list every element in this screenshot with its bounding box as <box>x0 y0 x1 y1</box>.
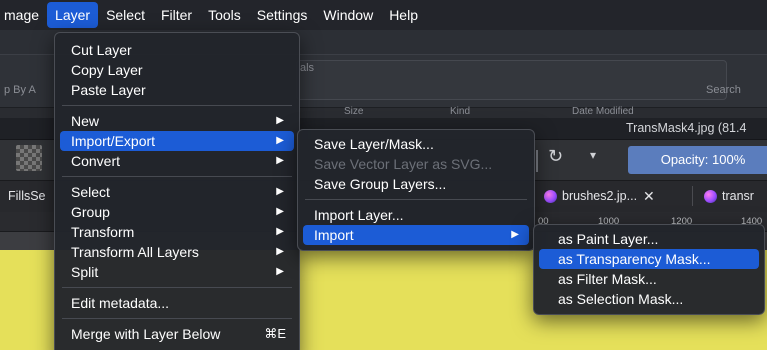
menu-item-as-paint-layer[interactable]: as Paint Layer... <box>539 229 759 249</box>
menu-item-as-selection-mask[interactable]: as Selection Mask... <box>539 289 759 309</box>
menu-item-label: Transform All Layers <box>71 244 199 260</box>
menu-separator <box>62 287 292 288</box>
keyboard-shortcut: ⌘E <box>264 326 286 341</box>
menu-item-cut-layer[interactable]: Cut Layer <box>60 40 294 60</box>
menu-separator <box>62 176 292 177</box>
menu-separator <box>62 105 292 106</box>
menu-item-group[interactable]: Group ▶ <box>60 202 294 222</box>
menu-item-save-vector-layer-svg: Save Vector Layer as SVG... <box>314 156 493 172</box>
submenu-arrow-icon: ▶ <box>276 155 284 166</box>
menu-separator <box>62 318 292 319</box>
tab-brushes2[interactable]: brushes2.jp... ✕ <box>544 184 655 208</box>
tab-brushes2-label: brushes2.jp... <box>562 189 638 203</box>
reload-icon[interactable]: ↻ <box>548 146 563 167</box>
tab-transmask-label: transr <box>722 189 754 203</box>
submenu-arrow-icon: ▶ <box>276 226 284 237</box>
import-submenu: as Paint Layer... as Transparency Mask..… <box>533 224 765 315</box>
close-icon[interactable]: ✕ <box>643 188 655 205</box>
submenu-arrow-icon: ▶ <box>276 135 284 146</box>
menu-item-transform-all-layers[interactable]: Transform All Layers ▶ <box>60 242 294 262</box>
menu-item-label: Merge with Layer Below <box>71 326 221 342</box>
menu-item-split[interactable]: Split ▶ <box>60 262 294 282</box>
menu-item-as-filter-mask[interactable]: as Filter Mask... <box>539 269 759 289</box>
search-label[interactable]: Search <box>706 84 741 96</box>
import-export-submenu: Save Layer/Mask... Save Vector Layer as … <box>297 129 535 251</box>
menu-item-label: Group <box>71 204 110 220</box>
menu-layer[interactable]: Layer <box>47 2 99 28</box>
column-size[interactable]: Size <box>344 106 363 117</box>
toolbar-divider <box>536 150 538 172</box>
menu-help[interactable]: Help <box>381 2 426 28</box>
sort-label: p By A <box>4 84 36 96</box>
menubar: mage Layer Select Filter Tools Settings … <box>0 0 767 30</box>
menu-item-label: Convert <box>71 153 121 169</box>
panel-label: als <box>300 62 315 74</box>
menu-item-label: Select <box>71 184 110 200</box>
menu-window[interactable]: Window <box>315 2 381 28</box>
menu-item-paste-layer[interactable]: Paste Layer <box>60 80 294 100</box>
menu-item-import[interactable]: Import ▶ <box>303 225 529 245</box>
opacity-slider[interactable]: Opacity: 100% <box>628 146 767 174</box>
menu-item-label: Split <box>71 264 99 280</box>
menu-item-merge-with-layer-below[interactable]: Merge with Layer Below ⌘E <box>60 324 294 344</box>
column-date-modified[interactable]: Date Modified <box>572 106 634 117</box>
tab-transmask[interactable]: transr <box>704 184 754 208</box>
menu-select[interactable]: Select <box>98 2 153 28</box>
menu-image[interactable]: mage <box>0 2 47 28</box>
menu-item-label: Transform <box>71 224 135 240</box>
menu-item-copy-layer[interactable]: Copy Layer <box>60 60 294 80</box>
menu-item-import-layer[interactable]: Import Layer... <box>303 205 529 225</box>
menu-item-import-export[interactable]: Import/Export ▶ <box>60 131 294 151</box>
menu-item-convert[interactable]: Convert ▶ <box>60 151 294 171</box>
tab-fills-label: FillsSe <box>8 189 46 203</box>
menu-item-label: New <box>71 113 100 129</box>
menu-item-save-layer-mask[interactable]: Save Layer/Mask... <box>303 134 529 154</box>
krita-file-icon <box>544 189 557 203</box>
tab-fills[interactable]: FillsSe <box>8 184 46 208</box>
menu-item-new[interactable]: New ▶ <box>60 111 294 131</box>
submenu-arrow-icon: ▶ <box>276 115 284 126</box>
submenu-arrow-icon: ▶ <box>276 206 284 217</box>
pattern-swatch[interactable] <box>16 145 42 171</box>
menu-item-save-group-layers[interactable]: Save Group Layers... <box>303 174 529 194</box>
menu-settings[interactable]: Settings <box>249 2 316 28</box>
layer-menu: Cut Layer Copy Layer Paste Layer New ▶ I… <box>54 32 300 350</box>
menu-filter[interactable]: Filter <box>153 2 200 28</box>
krita-file-icon <box>704 189 717 203</box>
submenu-arrow-icon: ▶ <box>511 229 519 240</box>
menu-item-select[interactable]: Select ▶ <box>60 182 294 202</box>
submenu-arrow-icon: ▶ <box>276 186 284 197</box>
submenu-arrow-icon: ▶ <box>276 246 284 257</box>
submenu-arrow-icon: ▶ <box>276 266 284 277</box>
background-panel-inner <box>296 60 727 100</box>
menu-item-label: Import/Export <box>71 133 156 149</box>
menu-tools[interactable]: Tools <box>200 2 249 28</box>
tab-divider <box>692 186 693 206</box>
menu-item-label: Import <box>314 227 354 243</box>
menu-separator <box>305 199 527 200</box>
column-kind[interactable]: Kind <box>450 106 470 117</box>
menu-item-as-transparency-mask[interactable]: as Transparency Mask... <box>539 249 759 269</box>
menu-item-edit-metadata[interactable]: Edit metadata... <box>60 293 294 313</box>
window-title: TransMask4.jpg (81.4 <box>626 121 747 135</box>
menu-item-transform[interactable]: Transform ▶ <box>60 222 294 242</box>
chevron-down-icon[interactable]: ▾ <box>590 148 596 162</box>
